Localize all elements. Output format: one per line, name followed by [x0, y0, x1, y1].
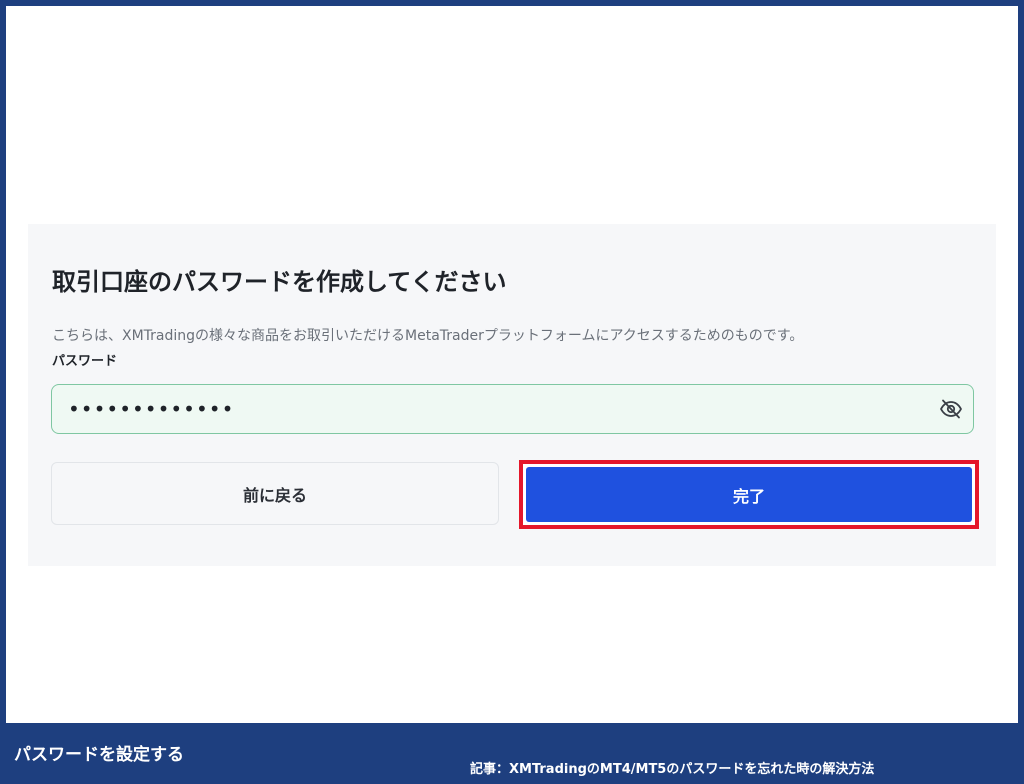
form-title: 取引口座のパスワードを作成してください: [52, 268, 507, 296]
back-button[interactable]: 前に戻る: [51, 462, 499, 525]
done-button[interactable]: 完了: [526, 467, 972, 522]
highlight-box: 完了: [519, 460, 979, 529]
password-label: パスワード: [52, 354, 118, 369]
eye-off-icon[interactable]: [939, 397, 963, 421]
screenshot-frame: 取引口座のパスワードを作成してください こちらは、XMTradingの様々な商品…: [6, 6, 1018, 723]
password-form-panel: 取引口座のパスワードを作成してください こちらは、XMTradingの様々な商品…: [28, 224, 996, 566]
caption-left: パスワードを設定する: [14, 745, 184, 765]
form-description: こちらは、XMTradingの様々な商品をお取引いただけるMetaTraderプ…: [52, 328, 804, 344]
caption-right: 記事：XMTradingのMT4/MT5のパスワードを忘れた時の解決方法: [470, 762, 875, 777]
password-value: •••••••••••••: [68, 397, 235, 421]
password-input[interactable]: •••••••••••••: [51, 384, 974, 434]
